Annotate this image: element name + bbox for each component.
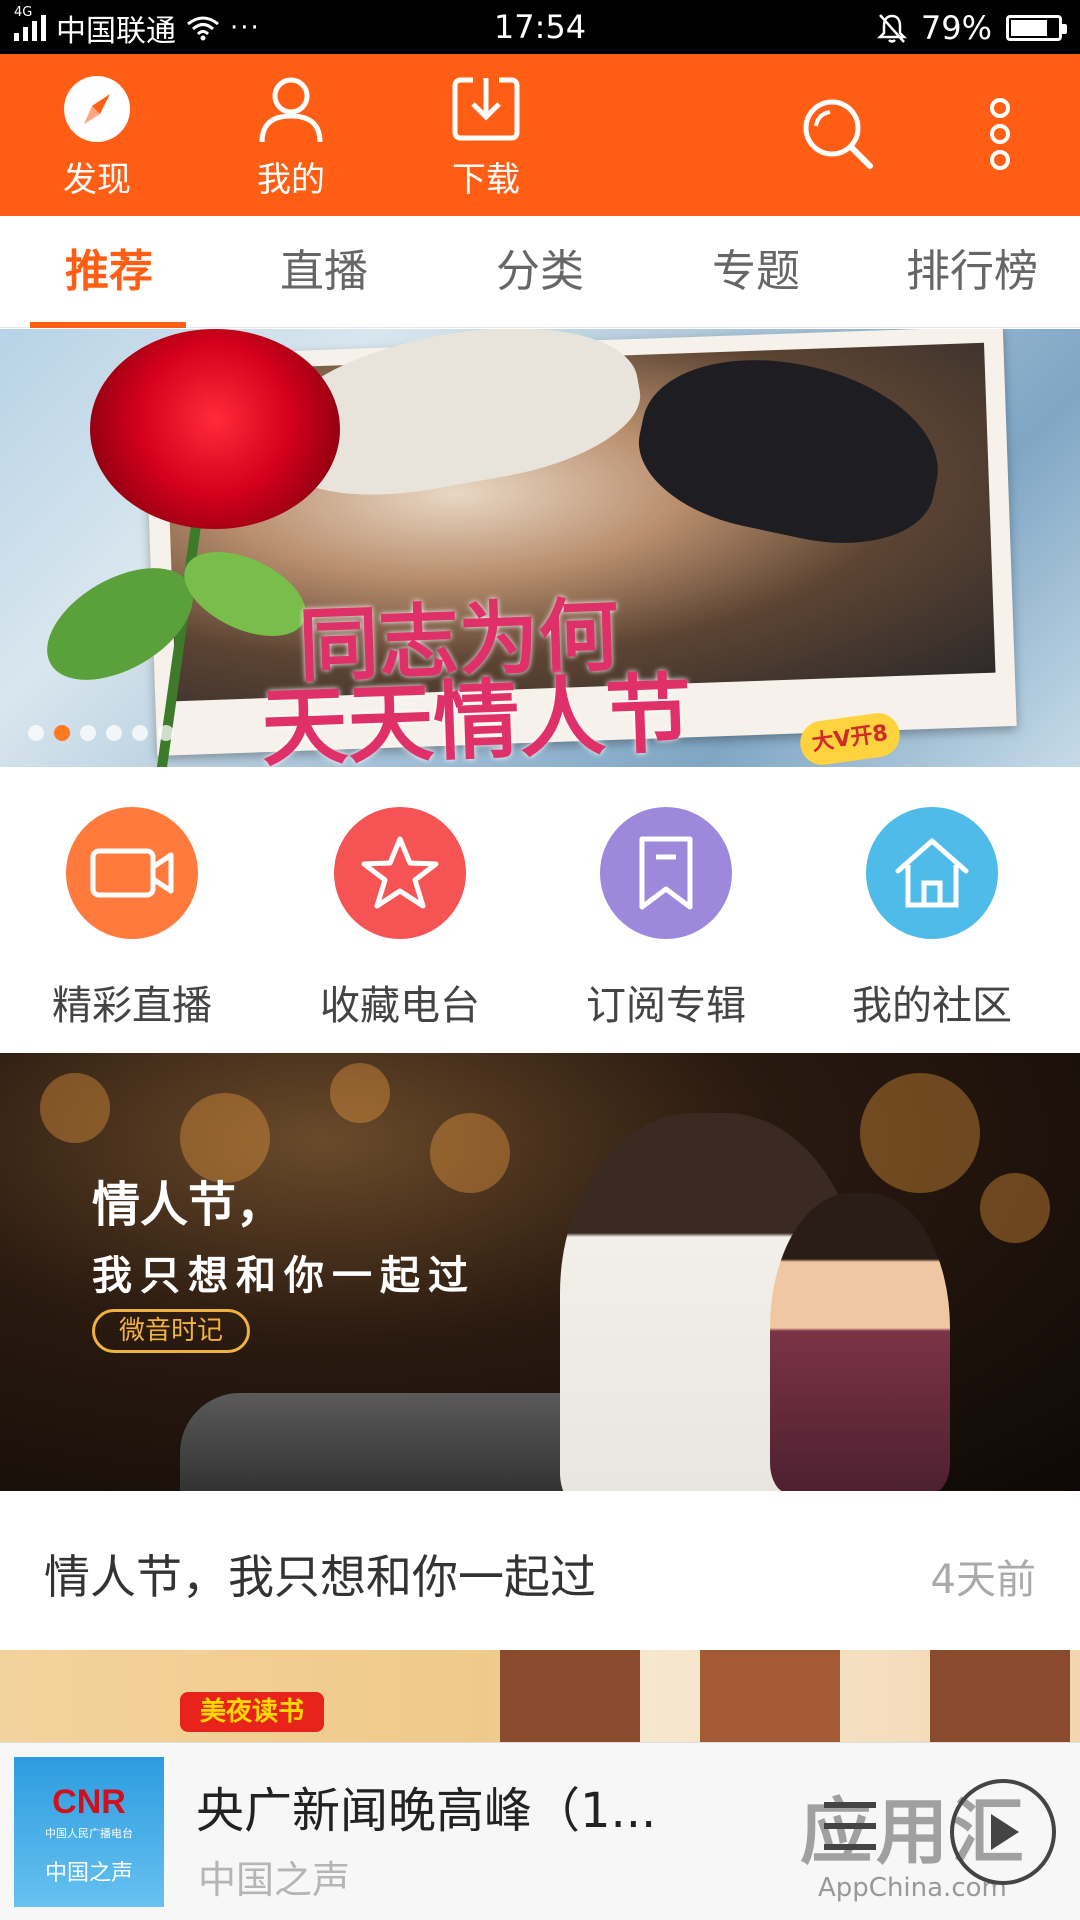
article-title: 情人节，我只想和你一起过 bbox=[44, 1550, 596, 1604]
more-vertical-icon[interactable] bbox=[985, 96, 1015, 172]
mine-button[interactable]: 我的 bbox=[231, 74, 351, 201]
home-icon bbox=[895, 838, 969, 908]
carousel-banner[interactable]: 同志为何 天天情人节 大V开8 bbox=[0, 329, 1080, 767]
quick-favorites-button[interactable]: 收藏电台 bbox=[300, 807, 500, 1031]
top-toolbar: 发现 我的 下载 bbox=[0, 54, 1080, 216]
quick-favorites-label: 收藏电台 bbox=[320, 983, 480, 1029]
bokeh-light bbox=[330, 1063, 390, 1123]
search-icon[interactable] bbox=[800, 96, 876, 172]
quick-community-circle bbox=[866, 807, 998, 939]
play-icon bbox=[991, 1814, 1019, 1850]
carousel-dot bbox=[80, 725, 96, 741]
banner2-headline: 情人节， bbox=[92, 1177, 285, 1233]
bokeh-light bbox=[980, 1173, 1050, 1243]
quick-community-label: 我的社区 bbox=[852, 983, 1012, 1029]
active-tab-indicator bbox=[30, 322, 186, 328]
star-icon bbox=[361, 836, 439, 909]
mine-label: 我的 bbox=[257, 160, 325, 200]
tab-recommend[interactable]: 推荐 bbox=[14, 216, 204, 328]
carousel-dot bbox=[54, 725, 70, 741]
tab-topic[interactable]: 专题 bbox=[661, 216, 851, 328]
quick-entries: 精彩直播 收藏电台 订阅专辑 我的社区 bbox=[0, 767, 1080, 1052]
cover-subtitle: 中国人民广播电台 bbox=[45, 1827, 133, 1840]
quick-live-circle bbox=[66, 807, 198, 939]
mute-bell-icon bbox=[876, 14, 907, 43]
album-cover[interactable]: CNR 中国人民广播电台 中国之声 bbox=[14, 1757, 164, 1907]
bokeh-light bbox=[860, 1073, 980, 1193]
cover-name: 中国之声 bbox=[44, 1861, 133, 1886]
now-playing-channel: 中国之声 bbox=[198, 1858, 351, 1902]
article-row[interactable]: 情人节，我只想和你一起过 4天前 bbox=[0, 1491, 1080, 1649]
quick-community-button[interactable]: 我的社区 bbox=[832, 807, 1032, 1031]
quick-subscribe-circle bbox=[600, 807, 732, 939]
now-playing-title: 央广新闻晚高峰（1... bbox=[196, 1783, 657, 1839]
carousel-dot bbox=[132, 725, 148, 741]
carousel-dot bbox=[28, 725, 44, 741]
discover-label: 发现 bbox=[63, 160, 131, 200]
bookmark-icon bbox=[639, 836, 693, 910]
download-icon bbox=[452, 77, 520, 141]
bokeh-light bbox=[40, 1073, 110, 1143]
tab-ranking[interactable]: 排行榜 bbox=[877, 216, 1067, 328]
quick-subscribe-button[interactable]: 订阅专辑 bbox=[566, 807, 766, 1031]
battery-fill bbox=[1011, 20, 1048, 36]
play-button[interactable] bbox=[950, 1779, 1056, 1885]
status-bar: 4G 中国联通 ··· 17:54 79% bbox=[0, 0, 1080, 54]
girl-figure bbox=[770, 1193, 950, 1491]
mini-player[interactable]: CNR 中国人民广播电台 中国之声 央广新闻晚高峰（1... 中国之声 应用汇 … bbox=[0, 1742, 1080, 1920]
carousel-indicator bbox=[28, 725, 174, 741]
banner2-subline: 我只想和你一起过 bbox=[92, 1253, 476, 1299]
discover-button[interactable]: 发现 bbox=[37, 74, 157, 201]
category-tabs: 推荐 直播 分类 专题 排行榜 bbox=[0, 216, 1080, 328]
compass-icon bbox=[64, 76, 130, 142]
banner3-tag: 美夜读书 bbox=[180, 1692, 325, 1732]
carousel-dot bbox=[158, 725, 174, 741]
status-right: 79% bbox=[876, 8, 1067, 48]
battery-percent: 79% bbox=[920, 9, 992, 47]
quick-favorites-circle bbox=[334, 807, 466, 939]
bokeh-light bbox=[430, 1113, 510, 1193]
download-button[interactable]: 下载 bbox=[426, 74, 546, 201]
rose-flower bbox=[90, 329, 340, 529]
quick-live-label: 精彩直播 bbox=[52, 983, 212, 1029]
tab-category[interactable]: 分类 bbox=[445, 216, 635, 328]
tab-live[interactable]: 直播 bbox=[229, 216, 419, 328]
person-icon bbox=[259, 77, 323, 143]
quick-subscribe-label: 订阅专辑 bbox=[586, 983, 746, 1029]
video-camera-icon bbox=[90, 848, 174, 898]
battery-icon bbox=[1006, 15, 1067, 41]
cover-logo: CNR bbox=[52, 1783, 126, 1821]
article-time: 4天前 bbox=[930, 1557, 1036, 1603]
featured-banner[interactable]: 情人节， 我只想和你一起过 微音时记 bbox=[0, 1053, 1080, 1491]
download-label: 下载 bbox=[452, 160, 520, 200]
banner2-tag: 微音时记 bbox=[92, 1309, 251, 1353]
playlist-icon[interactable] bbox=[820, 1791, 880, 1861]
quick-live-button[interactable]: 精彩直播 bbox=[32, 807, 232, 1031]
carousel-dot bbox=[106, 725, 122, 741]
